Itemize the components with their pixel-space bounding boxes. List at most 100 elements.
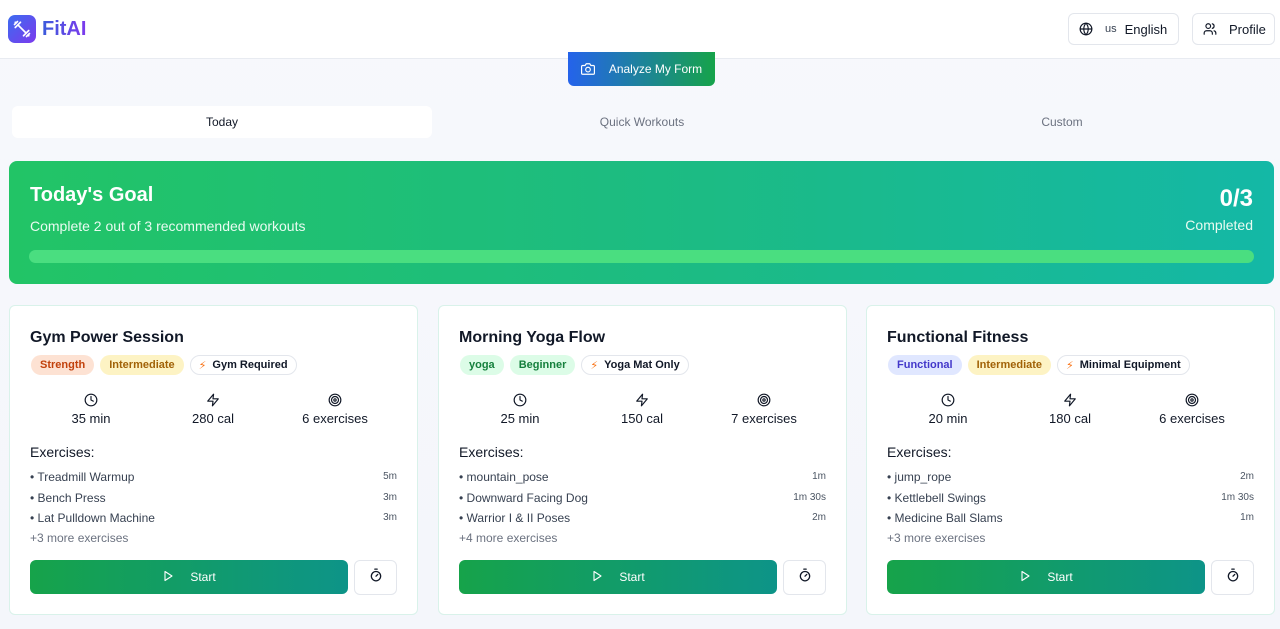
globe-icon: [1079, 22, 1093, 36]
language-selector-button[interactable]: us English: [1068, 13, 1179, 45]
play-icon: [591, 570, 603, 585]
workout-tabs: Today Quick Workouts Custom: [8, 106, 1272, 140]
exercise-name: • Lat Pulldown Machine: [30, 511, 155, 525]
profile-label: Profile: [1229, 21, 1266, 37]
dumbbell-logo-icon: [8, 15, 36, 43]
zap-icon: [1009, 393, 1131, 407]
exercise-duration: 2m: [1240, 471, 1254, 482]
workout-tags: Functional Intermediate ⚡ Minimal Equipment: [888, 355, 1190, 375]
analyze-form-button[interactable]: Analyze My Form: [568, 52, 715, 86]
exercise-count-value: 6 exercises: [1159, 411, 1225, 426]
more-exercises-link[interactable]: +4 more exercises: [459, 531, 557, 545]
clock-icon: [459, 393, 581, 407]
zap-icon: [152, 393, 274, 407]
exercise-duration: 1m: [812, 471, 826, 482]
exercise-item: • Medicine Ball Slams 1m: [887, 511, 1254, 532]
duration-value: 35 min: [71, 411, 111, 426]
exercise-name: • Medicine Ball Slams: [887, 511, 1003, 525]
timer-icon: [1226, 568, 1240, 587]
calories-value: 280 cal: [192, 411, 234, 426]
workout-card: Functional Fitness Functional Intermediat…: [866, 305, 1275, 615]
duration-value: 25 min: [500, 411, 540, 426]
exercise-duration: 1m 30s: [793, 491, 826, 503]
workout-tag: Intermediate: [967, 355, 1052, 375]
exercise-count-value: 6 exercises: [302, 411, 368, 426]
workout-stats: 20 min 180 cal 6 exercises: [887, 393, 1253, 429]
duration-stat: 20 min: [887, 393, 1009, 426]
exercise-name: • Bench Press: [30, 490, 106, 505]
workout-title: Gym Power Session: [30, 329, 184, 346]
calories-value: 180 cal: [1049, 411, 1091, 426]
timer-button[interactable]: [354, 560, 397, 595]
duration-stat: 25 min: [459, 393, 581, 426]
exercise-name: • Kettlebell Swings: [887, 490, 986, 505]
play-icon: [162, 570, 174, 585]
start-label: Start: [619, 570, 645, 584]
equipment-label: Yoga Mat Only: [604, 359, 680, 371]
goal-progress-bar: [29, 250, 1254, 263]
workout-stats: 35 min 280 cal 6 exercises: [30, 393, 396, 429]
timer-button[interactable]: [1211, 560, 1254, 595]
exercise-name: • Downward Facing Dog: [459, 490, 588, 505]
equipment-tag: ⚡ Minimal Equipment: [1057, 355, 1190, 375]
exercise-item: • Treadmill Warmup 5m: [30, 470, 397, 491]
duration-value: 20 min: [928, 411, 968, 426]
calories-value: 150 cal: [621, 411, 663, 426]
exercise-item: • Lat Pulldown Machine 3m: [30, 511, 397, 532]
target-icon: [703, 393, 825, 407]
more-exercises-link[interactable]: +3 more exercises: [30, 531, 128, 545]
tab-custom[interactable]: Custom: [852, 106, 1272, 138]
exercise-count-stat: 6 exercises: [274, 393, 396, 426]
bolt-icon: ⚡: [1066, 359, 1074, 372]
timer-icon: [798, 568, 812, 587]
clock-icon: [887, 393, 1009, 407]
exercise-count-stat: 7 exercises: [703, 393, 825, 426]
timer-button[interactable]: [783, 560, 826, 595]
more-exercises-link[interactable]: +3 more exercises: [887, 531, 985, 545]
start-workout-button[interactable]: Start: [459, 560, 777, 594]
profile-button[interactable]: Profile: [1192, 13, 1275, 45]
start-label: Start: [190, 570, 216, 584]
exercise-count-stat: 6 exercises: [1131, 393, 1253, 426]
workout-title: Functional Fitness: [887, 329, 1029, 346]
target-icon: [1131, 393, 1253, 407]
language-code: us: [1105, 23, 1117, 35]
exercise-duration: 3m: [383, 512, 397, 523]
daily-goal-banner: Today's Goal Complete 2 out of 3 recomme…: [9, 161, 1274, 284]
exercise-name: • mountain_pose: [459, 470, 549, 484]
workout-tags: yoga Beginner ⚡ Yoga Mat Only: [460, 355, 689, 375]
tab-quick-workouts[interactable]: Quick Workouts: [432, 106, 852, 138]
duration-stat: 35 min: [30, 393, 152, 426]
calories-stat: 180 cal: [1009, 393, 1131, 426]
calories-stat: 150 cal: [581, 393, 703, 426]
calories-stat: 280 cal: [152, 393, 274, 426]
exercise-item: • mountain_pose 1m: [459, 470, 826, 491]
camera-icon: [580, 63, 595, 75]
workout-title: Morning Yoga Flow: [459, 329, 606, 346]
language-label: English: [1124, 21, 1168, 37]
exercise-name: • jump_rope: [887, 470, 952, 484]
start-workout-button[interactable]: Start: [30, 560, 348, 594]
goal-title: Today's Goal: [30, 184, 154, 206]
start-workout-button[interactable]: Start: [887, 560, 1205, 594]
timer-icon: [369, 568, 383, 587]
exercise-item: • Bench Press 3m: [30, 491, 397, 512]
tab-today[interactable]: Today: [12, 106, 432, 138]
exercise-list: • Treadmill Warmup 5m • Bench Press 3m • Lat…: [30, 470, 397, 532]
analyze-form-label: Analyze My Form: [608, 62, 703, 76]
workout-tag: Functional: [888, 355, 962, 375]
exercise-name: • Treadmill Warmup: [30, 470, 135, 484]
exercise-item: • Kettlebell Swings 1m 30s: [887, 491, 1254, 512]
workout-tags: Strength Intermediate ⚡ Gym Required: [31, 355, 297, 375]
clock-icon: [30, 393, 152, 407]
play-icon: [1019, 570, 1031, 585]
goal-subtitle: Complete 2 out of 3 recommended workouts: [30, 218, 306, 234]
goal-count: 0/3: [1219, 185, 1253, 212]
exercise-name: • Warrior I & II Poses: [459, 511, 571, 525]
equipment-label: Minimal Equipment: [1079, 359, 1181, 371]
workout-tag: Beginner: [509, 355, 576, 375]
exercise-item: • Warrior I & II Poses 2m: [459, 511, 826, 532]
exercise-count-value: 7 exercises: [731, 411, 797, 426]
brand[interactable]: FitAI: [8, 15, 86, 43]
exercises-heading: Exercises:: [887, 444, 952, 460]
